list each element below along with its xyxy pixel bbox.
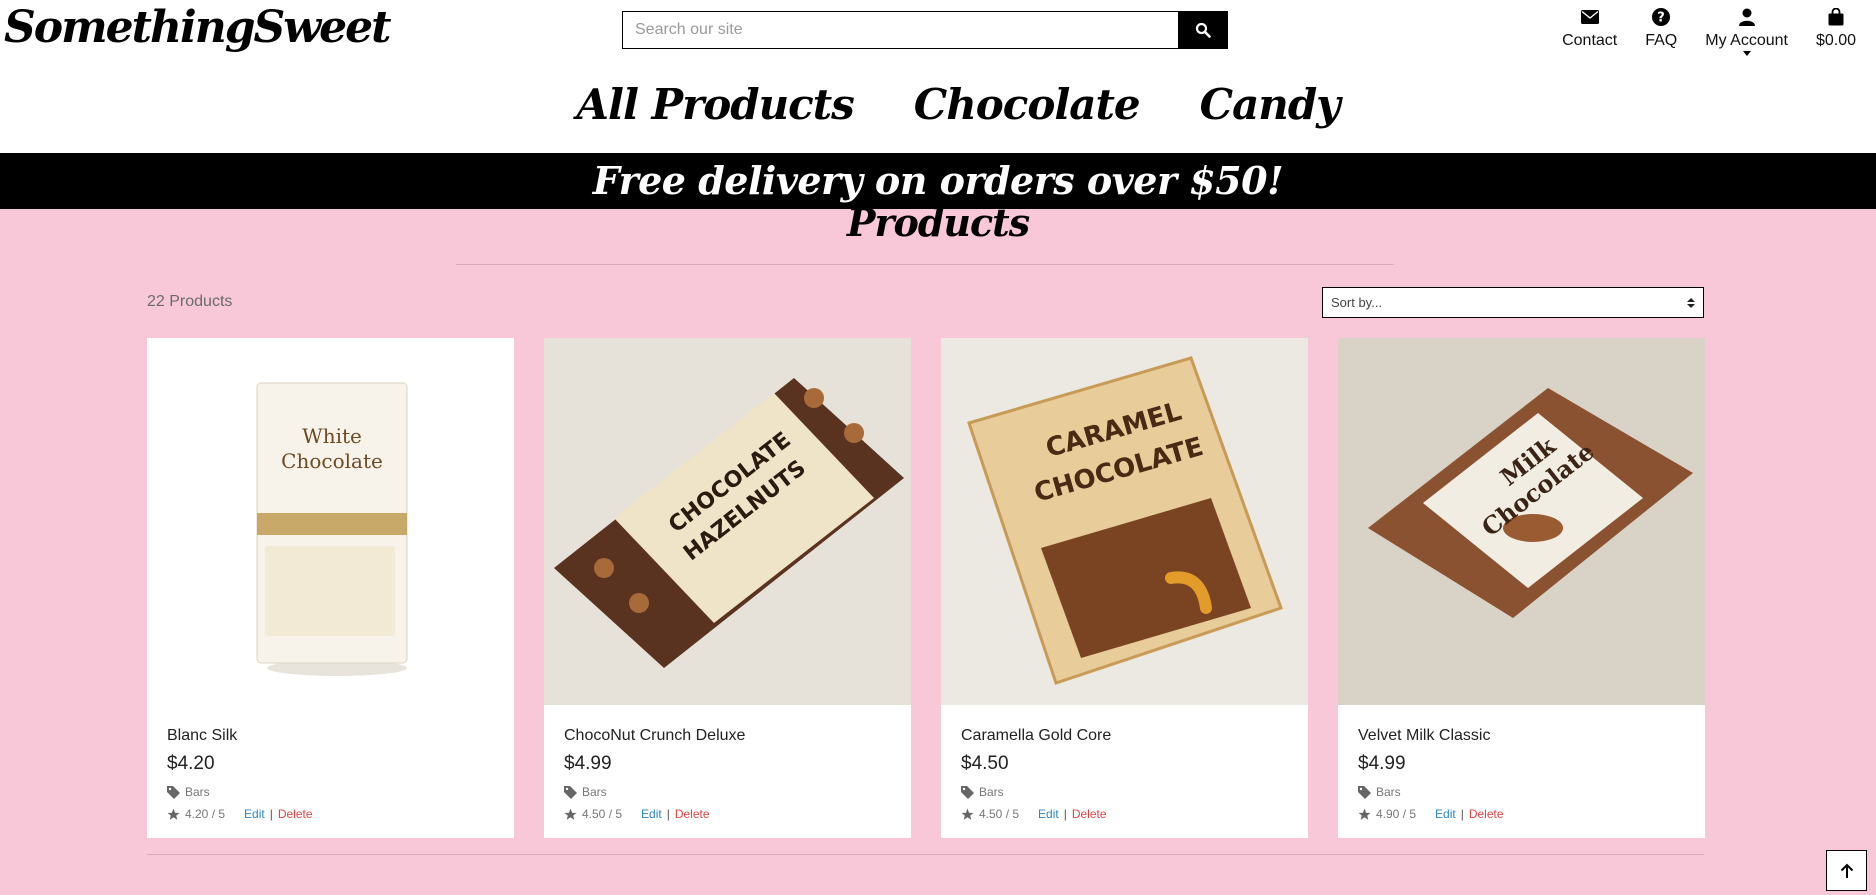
my-account-link[interactable]: My Account bbox=[1705, 6, 1788, 56]
product-rating: 4.90 / 5 bbox=[1376, 807, 1417, 821]
product-rating: 4.50 / 5 bbox=[979, 807, 1020, 821]
cart-link[interactable]: $0.00 bbox=[1816, 6, 1856, 56]
cart-total: $0.00 bbox=[1815, 32, 1856, 49]
tag-icon bbox=[1358, 785, 1371, 799]
link-separator: | bbox=[666, 807, 670, 821]
delete-link[interactable]: Delete bbox=[1469, 807, 1504, 821]
faq-link[interactable]: ? FAQ bbox=[1645, 6, 1677, 56]
search-button[interactable] bbox=[1178, 11, 1228, 49]
edit-link[interactable]: Edit bbox=[244, 807, 265, 821]
nav-chocolate[interactable]: Chocolate bbox=[914, 80, 1141, 129]
search-input[interactable] bbox=[622, 11, 1178, 49]
edit-link[interactable]: Edit bbox=[1038, 807, 1059, 821]
product-image[interactable]: CHOCOLATE HAZELNUTS bbox=[544, 338, 911, 705]
product-price: $4.50 bbox=[961, 753, 1009, 774]
shopping-bag-icon bbox=[1828, 6, 1844, 28]
link-separator: | bbox=[1460, 807, 1464, 821]
star-icon bbox=[167, 808, 180, 820]
star-icon bbox=[1358, 808, 1371, 820]
my-account-label: My Account bbox=[1705, 32, 1788, 49]
product-image[interactable]: White Chocolate bbox=[147, 338, 514, 705]
user-icon bbox=[1738, 6, 1756, 28]
main-nav: All Products Chocolate Candy bbox=[0, 80, 1876, 129]
product-name[interactable]: ChocoNut Crunch Deluxe bbox=[564, 727, 891, 745]
sort-arrows-icon bbox=[1687, 297, 1695, 308]
contact-label: Contact bbox=[1562, 32, 1618, 49]
site-logo[interactable]: SomethingSweet bbox=[4, 2, 391, 53]
nav-all-products[interactable]: All Products bbox=[576, 80, 854, 129]
product-grid: White Chocolate Blanc Silk $4.20 Bars 4.… bbox=[147, 338, 1705, 838]
product-meta: 4.20 / 5 Edit | Delete bbox=[167, 807, 494, 821]
sort-select-label: Sort by... bbox=[1331, 295, 1383, 310]
product-card[interactable]: CARAMEL CHOCOLATE Caramella Gold Core $4… bbox=[941, 338, 1308, 838]
page-title: Products bbox=[846, 200, 1030, 245]
arrow-up-icon bbox=[1840, 863, 1853, 878]
envelope-icon bbox=[1580, 6, 1599, 28]
title-divider bbox=[456, 264, 1394, 265]
delete-link[interactable]: Delete bbox=[1072, 807, 1107, 821]
product-info: Blanc Silk $4.20 Bars 4.20 / 5 Edit | De… bbox=[147, 705, 514, 821]
product-name[interactable]: Velvet Milk Classic bbox=[1358, 727, 1685, 745]
product-price: $4.99 bbox=[1358, 753, 1406, 774]
edit-link[interactable]: Edit bbox=[1435, 807, 1456, 821]
product-artwork: CARAMEL CHOCOLATE bbox=[941, 338, 1308, 705]
product-rating: 4.20 / 5 bbox=[185, 807, 226, 821]
product-category[interactable]: Bars bbox=[167, 785, 494, 799]
product-category-label: Bars bbox=[582, 785, 607, 799]
product-category-label: Bars bbox=[185, 785, 210, 799]
back-to-top-button[interactable] bbox=[1826, 850, 1867, 891]
contact-link[interactable]: Contact bbox=[1562, 6, 1617, 56]
product-rating: 4.50 / 5 bbox=[582, 807, 623, 821]
product-category[interactable]: Bars bbox=[1358, 785, 1685, 799]
header-links: Contact ? FAQ My Account $0.00 bbox=[1534, 6, 1856, 56]
tag-icon bbox=[961, 785, 974, 799]
product-meta: 4.50 / 5 Edit | Delete bbox=[961, 807, 1288, 821]
search-bar bbox=[622, 11, 1228, 49]
question-circle-icon: ? bbox=[1652, 6, 1671, 28]
product-price: $4.20 bbox=[167, 753, 215, 774]
product-artwork: Milk Chocolate bbox=[1338, 338, 1705, 705]
product-artwork: White Chocolate bbox=[147, 338, 514, 705]
faq-label: FAQ bbox=[1645, 32, 1678, 49]
product-info: Velvet Milk Classic $4.99 Bars 4.90 / 5 … bbox=[1338, 705, 1705, 821]
product-category[interactable]: Bars bbox=[564, 785, 891, 799]
product-name[interactable]: Blanc Silk bbox=[167, 727, 494, 745]
link-separator: | bbox=[1063, 807, 1067, 821]
product-category[interactable]: Bars bbox=[961, 785, 1288, 799]
delete-link[interactable]: Delete bbox=[675, 807, 710, 821]
search-icon bbox=[1195, 22, 1211, 38]
svg-text:?: ? bbox=[1657, 11, 1665, 26]
product-artwork: CHOCOLATE HAZELNUTS bbox=[544, 338, 911, 705]
product-image[interactable]: CARAMEL CHOCOLATE bbox=[941, 338, 1308, 705]
product-meta: 4.90 / 5 Edit | Delete bbox=[1358, 807, 1685, 821]
product-card[interactable]: Milk Chocolate Velvet Milk Classic $4.99… bbox=[1338, 338, 1705, 838]
product-image[interactable]: Milk Chocolate bbox=[1338, 338, 1705, 705]
star-icon bbox=[961, 808, 974, 820]
nav-candy[interactable]: Candy bbox=[1200, 80, 1341, 129]
tag-icon bbox=[564, 785, 577, 799]
star-icon bbox=[564, 808, 577, 820]
package-text: White bbox=[302, 424, 362, 448]
link-separator: | bbox=[269, 807, 273, 821]
product-count: 22 Products bbox=[147, 293, 233, 310]
sort-select[interactable]: Sort by... bbox=[1322, 287, 1704, 318]
product-card[interactable]: White Chocolate Blanc Silk $4.20 Bars 4.… bbox=[147, 338, 514, 838]
product-info: ChocoNut Crunch Deluxe $4.99 Bars 4.50 /… bbox=[544, 705, 911, 821]
chevron-down-icon bbox=[1742, 51, 1751, 56]
delete-link[interactable]: Delete bbox=[278, 807, 313, 821]
package-text: Chocolate bbox=[281, 449, 383, 473]
edit-link[interactable]: Edit bbox=[641, 807, 662, 821]
product-card[interactable]: CHOCOLATE HAZELNUTS ChocoNut Crunch Delu… bbox=[544, 338, 911, 838]
bottom-divider bbox=[147, 854, 1704, 855]
product-category-label: Bars bbox=[1376, 785, 1401, 799]
product-name[interactable]: Caramella Gold Core bbox=[961, 727, 1288, 745]
product-price: $4.99 bbox=[564, 753, 612, 774]
product-info: Caramella Gold Core $4.50 Bars 4.50 / 5 … bbox=[941, 705, 1308, 821]
product-meta: 4.50 / 5 Edit | Delete bbox=[564, 807, 891, 821]
tag-icon bbox=[167, 785, 180, 799]
product-category-label: Bars bbox=[979, 785, 1004, 799]
